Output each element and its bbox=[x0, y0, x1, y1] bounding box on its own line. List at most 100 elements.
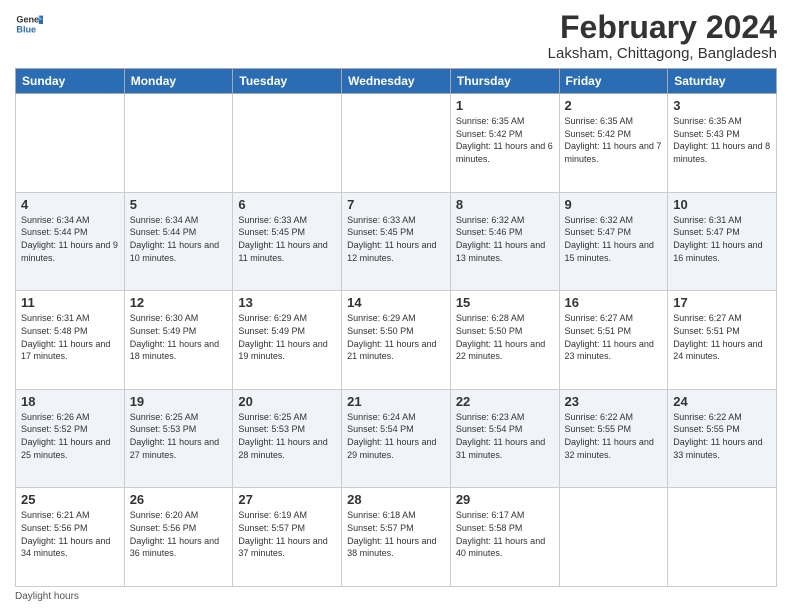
day-info: Sunrise: 6:34 AM Sunset: 5:44 PM Dayligh… bbox=[21, 214, 119, 264]
day-number: 21 bbox=[347, 394, 445, 409]
calendar-cell: 24 Sunrise: 6:22 AM Sunset: 5:55 PM Dayli… bbox=[668, 389, 777, 488]
day-number: 12 bbox=[130, 295, 228, 310]
day-number: 3 bbox=[673, 98, 771, 113]
day-number: 7 bbox=[347, 197, 445, 212]
day-header-monday: Monday bbox=[124, 69, 233, 94]
calendar-cell: 10 Sunrise: 6:31 AM Sunset: 5:47 PM Dayli… bbox=[668, 192, 777, 291]
day-number: 14 bbox=[347, 295, 445, 310]
month-year-title: February 2024 bbox=[548, 10, 777, 45]
calendar-table: SundayMondayTuesdayWednesdayThursdayFrid… bbox=[15, 68, 777, 587]
day-info: Sunrise: 6:34 AM Sunset: 5:44 PM Dayligh… bbox=[130, 214, 228, 264]
calendar-cell: 7 Sunrise: 6:33 AM Sunset: 5:45 PM Daylig… bbox=[342, 192, 451, 291]
calendar-cell: 3 Sunrise: 6:35 AM Sunset: 5:43 PM Daylig… bbox=[668, 94, 777, 193]
day-info: Sunrise: 6:31 AM Sunset: 5:48 PM Dayligh… bbox=[21, 312, 119, 362]
title-block: February 2024 Laksham, Chittagong, Bangl… bbox=[548, 10, 777, 62]
day-number: 15 bbox=[456, 295, 554, 310]
day-number: 6 bbox=[238, 197, 336, 212]
calendar-cell: 25Sunrise: 6:21 AM Sunset: 5:56 PM Dayli… bbox=[16, 488, 125, 587]
day-info: Sunrise: 6:28 AM Sunset: 5:50 PM Dayligh… bbox=[456, 312, 554, 362]
calendar-cell: 5 Sunrise: 6:34 AM Sunset: 5:44 PM Daylig… bbox=[124, 192, 233, 291]
calendar-cell: 27 Sunrise: 6:19 AM Sunset: 5:57 PM Dayli… bbox=[233, 488, 342, 587]
calendar-cell: 19Sunrise: 6:25 AM Sunset: 5:53 PM Dayli… bbox=[124, 389, 233, 488]
calendar-cell: 6 Sunrise: 6:33 AM Sunset: 5:45 PM Daylig… bbox=[233, 192, 342, 291]
footer-note: Daylight hours bbox=[15, 591, 777, 602]
day-number: 16 bbox=[565, 295, 663, 310]
day-number: 11 bbox=[21, 295, 119, 310]
day-info: Sunrise: 6:35 AM Sunset: 5:43 PM Dayligh… bbox=[673, 115, 771, 165]
header: General Blue February 2024 Laksham, Chit… bbox=[15, 10, 777, 62]
day-number: 8 bbox=[456, 197, 554, 212]
calendar-cell bbox=[233, 94, 342, 193]
day-number: 2 bbox=[565, 98, 663, 113]
day-info: Sunrise: 6:25 AM Sunset: 5:53 PM Dayligh… bbox=[130, 411, 228, 461]
calendar-cell: 17 Sunrise: 6:27 AM Sunset: 5:51 PM Dayli… bbox=[668, 291, 777, 390]
day-number: 18 bbox=[21, 394, 119, 409]
day-number: 4 bbox=[21, 197, 119, 212]
day-header-saturday: Saturday bbox=[668, 69, 777, 94]
day-info: Sunrise: 6:20 AM Sunset: 5:56 PM Dayligh… bbox=[130, 509, 228, 559]
day-info: Sunrise: 6:18 AM Sunset: 5:57 PM Dayligh… bbox=[347, 509, 445, 559]
day-info: Sunrise: 6:35 AM Sunset: 5:42 PM Dayligh… bbox=[565, 115, 663, 165]
day-info: Sunrise: 6:23 AM Sunset: 5:54 PM Dayligh… bbox=[456, 411, 554, 461]
day-info: Sunrise: 6:27 AM Sunset: 5:51 PM Dayligh… bbox=[565, 312, 663, 362]
calendar-cell: 12 Sunrise: 6:30 AM Sunset: 5:49 PM Dayli… bbox=[124, 291, 233, 390]
logo: General Blue bbox=[15, 10, 43, 38]
page: General Blue February 2024 Laksham, Chit… bbox=[0, 0, 792, 612]
day-number: 26 bbox=[130, 492, 228, 507]
day-info: Sunrise: 6:32 AM Sunset: 5:47 PM Dayligh… bbox=[565, 214, 663, 264]
day-number: 23 bbox=[565, 394, 663, 409]
day-number: 17 bbox=[673, 295, 771, 310]
calendar-cell: 29Sunrise: 6:17 AM Sunset: 5:58 PM Dayli… bbox=[450, 488, 559, 587]
calendar-cell: 22 Sunrise: 6:23 AM Sunset: 5:54 PM Dayli… bbox=[450, 389, 559, 488]
day-number: 20 bbox=[238, 394, 336, 409]
calendar-cell bbox=[668, 488, 777, 587]
calendar-cell: 4 Sunrise: 6:34 AM Sunset: 5:44 PM Daylig… bbox=[16, 192, 125, 291]
day-info: Sunrise: 6:33 AM Sunset: 5:45 PM Dayligh… bbox=[238, 214, 336, 264]
day-info: Sunrise: 6:21 AM Sunset: 5:56 PM Dayligh… bbox=[21, 509, 119, 559]
day-info: Sunrise: 6:22 AM Sunset: 5:55 PM Dayligh… bbox=[565, 411, 663, 461]
day-header-wednesday: Wednesday bbox=[342, 69, 451, 94]
day-info: Sunrise: 6:29 AM Sunset: 5:50 PM Dayligh… bbox=[347, 312, 445, 362]
calendar-cell: 11 Sunrise: 6:31 AM Sunset: 5:48 PM Dayli… bbox=[16, 291, 125, 390]
day-number: 29 bbox=[456, 492, 554, 507]
day-number: 1 bbox=[456, 98, 554, 113]
calendar-cell: 15 Sunrise: 6:28 AM Sunset: 5:50 PM Dayli… bbox=[450, 291, 559, 390]
calendar-cell: 14 Sunrise: 6:29 AM Sunset: 5:50 PM Dayli… bbox=[342, 291, 451, 390]
day-info: Sunrise: 6:31 AM Sunset: 5:47 PM Dayligh… bbox=[673, 214, 771, 264]
day-info: Sunrise: 6:25 AM Sunset: 5:53 PM Dayligh… bbox=[238, 411, 336, 461]
calendar-cell bbox=[342, 94, 451, 193]
day-number: 10 bbox=[673, 197, 771, 212]
calendar-cell: 20 Sunrise: 6:25 AM Sunset: 5:53 PM Dayli… bbox=[233, 389, 342, 488]
svg-text:Blue: Blue bbox=[16, 24, 36, 34]
calendar-cell bbox=[16, 94, 125, 193]
calendar-cell bbox=[559, 488, 668, 587]
calendar-cell: 9Sunrise: 6:32 AM Sunset: 5:47 PM Daylig… bbox=[559, 192, 668, 291]
calendar-cell: 1 Sunrise: 6:35 AM Sunset: 5:42 PM Daylig… bbox=[450, 94, 559, 193]
calendar-cell: 2 Sunrise: 6:35 AM Sunset: 5:42 PM Daylig… bbox=[559, 94, 668, 193]
day-number: 24 bbox=[673, 394, 771, 409]
calendar-cell: 13Sunrise: 6:29 AM Sunset: 5:49 PM Dayli… bbox=[233, 291, 342, 390]
day-info: Sunrise: 6:35 AM Sunset: 5:42 PM Dayligh… bbox=[456, 115, 554, 165]
calendar-cell: 16 Sunrise: 6:27 AM Sunset: 5:51 PM Dayli… bbox=[559, 291, 668, 390]
day-info: Sunrise: 6:19 AM Sunset: 5:57 PM Dayligh… bbox=[238, 509, 336, 559]
calendar-cell: 18Sunrise: 6:26 AM Sunset: 5:52 PM Dayli… bbox=[16, 389, 125, 488]
calendar-cell: 23 Sunrise: 6:22 AM Sunset: 5:55 PM Dayli… bbox=[559, 389, 668, 488]
day-info: Sunrise: 6:33 AM Sunset: 5:45 PM Dayligh… bbox=[347, 214, 445, 264]
day-number: 28 bbox=[347, 492, 445, 507]
calendar-cell bbox=[124, 94, 233, 193]
day-number: 22 bbox=[456, 394, 554, 409]
calendar-cell: 8Sunrise: 6:32 AM Sunset: 5:46 PM Daylig… bbox=[450, 192, 559, 291]
day-number: 27 bbox=[238, 492, 336, 507]
day-info: Sunrise: 6:27 AM Sunset: 5:51 PM Dayligh… bbox=[673, 312, 771, 362]
day-header-friday: Friday bbox=[559, 69, 668, 94]
day-header-thursday: Thursday bbox=[450, 69, 559, 94]
day-number: 5 bbox=[130, 197, 228, 212]
day-info: Sunrise: 6:22 AM Sunset: 5:55 PM Dayligh… bbox=[673, 411, 771, 461]
location-subtitle: Laksham, Chittagong, Bangladesh bbox=[548, 45, 777, 62]
logo-icon: General Blue bbox=[15, 10, 43, 38]
calendar-cell: 28 Sunrise: 6:18 AM Sunset: 5:57 PM Dayli… bbox=[342, 488, 451, 587]
calendar-cell: 26 Sunrise: 6:20 AM Sunset: 5:56 PM Dayli… bbox=[124, 488, 233, 587]
day-header-sunday: Sunday bbox=[16, 69, 125, 94]
day-info: Sunrise: 6:30 AM Sunset: 5:49 PM Dayligh… bbox=[130, 312, 228, 362]
day-number: 13 bbox=[238, 295, 336, 310]
